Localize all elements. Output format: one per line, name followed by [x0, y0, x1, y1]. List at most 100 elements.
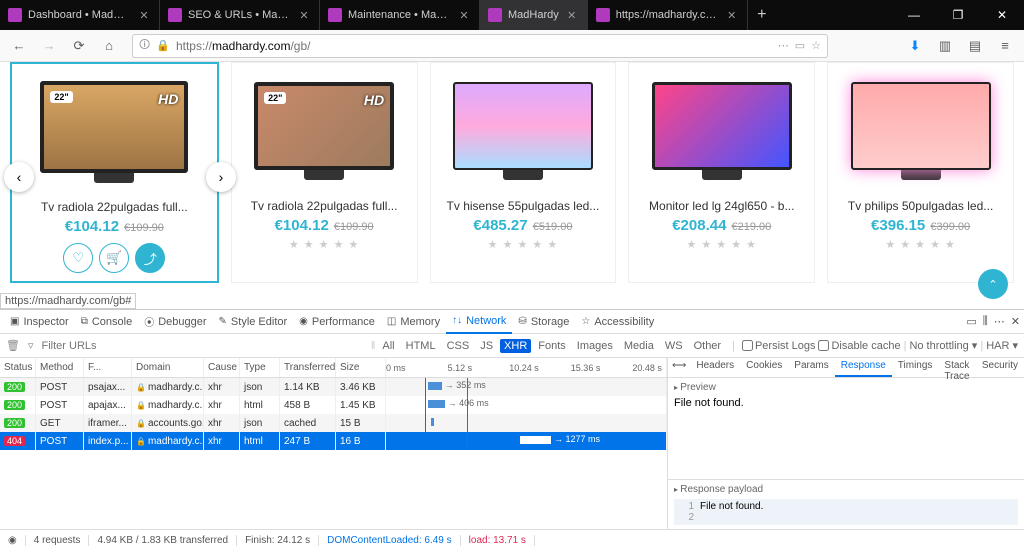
network-statusbar: ◉ 4 requests 4.94 KB / 1.83 KB transferr…	[0, 529, 1024, 551]
response-tab-timings[interactable]: Timings	[892, 358, 939, 377]
funnel-icon: ▿	[28, 339, 34, 352]
perf-icon[interactable]: ◉	[0, 535, 26, 546]
filter-type-html[interactable]: HTML	[402, 339, 440, 353]
devtools-dock-icon[interactable]: ⫼	[983, 315, 988, 328]
tab-close-icon[interactable]: ✕	[565, 9, 579, 22]
response-tab-params[interactable]: Params	[788, 358, 834, 377]
response-tab-stack-trace[interactable]: Stack Trace	[938, 358, 975, 377]
product-card[interactable]: Tv philips 50pulgadas led...€396.15 €399…	[827, 62, 1014, 283]
filter-input[interactable]	[42, 340, 162, 352]
devtools-tab-network[interactable]: ↑↓Network	[446, 310, 512, 334]
devtools-tab-performance[interactable]: ◉Performance	[293, 310, 381, 334]
window-minimize[interactable]: —	[892, 0, 936, 30]
nav-reload[interactable]: ⟳	[66, 33, 92, 59]
product-image: 22"HD	[240, 71, 409, 191]
tab-close-icon[interactable]: ✕	[297, 9, 311, 22]
response-tab-cookies[interactable]: Cookies	[740, 358, 788, 377]
devtools-tab-storage[interactable]: ⛁Storage	[512, 310, 575, 334]
har-menu[interactable]: HAR ▾	[986, 339, 1018, 352]
nav-back[interactable]: ←	[6, 33, 32, 59]
network-request-row[interactable]: 200POSTpsajax...🔒madhardy.c...xhrjson1.1…	[0, 378, 667, 396]
filter-type-ws[interactable]: WS	[661, 339, 687, 353]
browser-tab[interactable]: SEO & URLs • MadHardy ✕	[160, 0, 320, 30]
network-request-row[interactable]: 200GETiframer...🔒accounts.go...xhrjsonca…	[0, 414, 667, 432]
cart-icon[interactable]: 🛒	[99, 243, 129, 273]
downloads-icon[interactable]: ⬇	[902, 33, 928, 59]
url-toolbar: ← → ⟳ ⌂ 🛈 🔒 https://madhardy.com/gb/ ⋯ ▭…	[0, 30, 1024, 62]
network-columns-header: Status Method F... Domain Cause Type Tra…	[0, 358, 667, 378]
library-icon[interactable]: ▥	[932, 33, 958, 59]
menu-icon[interactable]: ≡	[992, 33, 1018, 59]
carousel-next[interactable]: ›	[206, 162, 236, 192]
devtools-tab-memory[interactable]: ◫Memory	[381, 310, 446, 334]
tab-close-icon[interactable]: ✕	[457, 9, 471, 22]
browser-tab[interactable]: Maintenance • MadHardy✕	[320, 0, 480, 30]
devtools-tab-debugger[interactable]: ⦿Debugger	[138, 310, 212, 334]
sidebar-icon[interactable]: ▤	[962, 33, 988, 59]
response-tab-response[interactable]: Response	[835, 358, 892, 377]
devtools-responsive-icon[interactable]: ▭	[966, 315, 976, 328]
carousel-prev[interactable]: ‹	[4, 162, 34, 192]
response-tab-headers[interactable]: Headers	[690, 358, 740, 377]
timeline-tick: 15.36 s	[571, 363, 601, 373]
page-actions-icon[interactable]: ⋯	[778, 39, 789, 52]
devtools-tab-accessibility[interactable]: ☆Accessibility	[575, 310, 660, 334]
devtools-tab-console[interactable]: ⧉Console	[75, 310, 139, 334]
browser-tab[interactable]: MadHardy✕	[480, 0, 588, 30]
new-tab-button[interactable]: +	[748, 6, 776, 24]
nav-home[interactable]: ⌂	[96, 33, 122, 59]
tab-close-icon[interactable]: ✕	[725, 9, 739, 22]
product-name: Tv radiola 22pulgadas full...	[20, 200, 209, 214]
window-close[interactable]: ✕	[980, 0, 1024, 30]
devtools-close-icon[interactable]: ✕	[1011, 315, 1020, 328]
url-text: https://madhardy.com/gb/	[176, 39, 311, 53]
nav-forward[interactable]: →	[36, 33, 62, 59]
address-bar[interactable]: 🛈 🔒 https://madhardy.com/gb/ ⋯ ▭ ☆	[132, 34, 828, 58]
filter-type-images[interactable]: Images	[573, 339, 617, 353]
filter-type-js[interactable]: JS	[476, 339, 497, 353]
tab-label: Dashboard • MadHardy	[28, 9, 131, 21]
window-restore[interactable]: ❐	[936, 0, 980, 30]
scroll-top-button[interactable]: ⌃	[978, 269, 1008, 299]
share-icon[interactable]: ⤴	[135, 243, 165, 273]
timeline-tick: 20.48 s	[632, 363, 662, 373]
wishlist-icon[interactable]: ♡	[63, 243, 93, 273]
tab-label: SEO & URLs • MadHardy	[188, 9, 291, 21]
filter-type-fonts[interactable]: Fonts	[534, 339, 570, 353]
rating-stars: ★ ★ ★ ★ ★	[637, 238, 806, 251]
tab-label: https://madhardy.com/themes/at..	[616, 9, 719, 21]
devtools-tab-inspector[interactable]: ▣Inspector	[4, 310, 75, 334]
browser-tab[interactable]: Dashboard • MadHardy ✕	[0, 0, 160, 30]
product-card[interactable]: Monitor led lg 24gl650 - b...€208.44 €21…	[628, 62, 815, 283]
product-card[interactable]: Tv hisense 55pulgadas led...€485.27 €519…	[430, 62, 617, 283]
product-name: Tv hisense 55pulgadas led...	[439, 199, 608, 213]
browser-tab[interactable]: https://madhardy.com/themes/at.. ✕	[588, 0, 748, 30]
preview-header[interactable]: Preview	[674, 382, 1018, 393]
rating-stars: ★ ★ ★ ★ ★	[240, 238, 409, 251]
throttling-select[interactable]: No throttling ▾	[909, 339, 977, 352]
trash-icon[interactable]: 🗑	[6, 339, 20, 352]
filter-type-other[interactable]: Other	[690, 339, 726, 353]
filter-type-media[interactable]: Media	[620, 339, 658, 353]
product-card[interactable]: 22"HDTv radiola 22pulgadas full...€104.1…	[10, 62, 219, 283]
network-filter-bar: 🗑 ▿ ‖AllHTMLCSSJSXHRFontsImagesMediaWSOt…	[0, 334, 1024, 358]
reader-icon[interactable]: ▭	[795, 39, 805, 52]
tab-close-icon[interactable]: ✕	[137, 9, 151, 22]
product-oldprice: €399.00	[930, 221, 970, 233]
detail-toggle-icon[interactable]: ⟷	[668, 358, 690, 377]
persist-logs-checkbox[interactable]: Persist Logs	[742, 340, 816, 352]
response-tab-security[interactable]: Security	[976, 358, 1024, 377]
network-request-row[interactable]: 200POSTapajax...🔒madhardy.c...xhrhtml458…	[0, 396, 667, 414]
response-payload-header[interactable]: Response payload	[674, 484, 1018, 495]
product-image: 22"HD	[20, 72, 209, 192]
filter-type-xhr[interactable]: XHR	[500, 339, 531, 353]
network-request-row[interactable]: 404POSTindex.p...🔒madhardy.c...xhrhtml24…	[0, 432, 667, 450]
bookmark-icon[interactable]: ☆	[811, 39, 821, 52]
tab-favicon	[596, 8, 610, 22]
devtools-tab-style-editor[interactable]: ✎Style Editor	[213, 310, 294, 334]
disable-cache-checkbox[interactable]: Disable cache	[818, 340, 900, 352]
filter-type-css[interactable]: CSS	[443, 339, 474, 353]
filter-type-all[interactable]: All	[378, 339, 398, 353]
product-card[interactable]: 22"HDTv radiola 22pulgadas full...€104.1…	[231, 62, 418, 283]
devtools-more-icon[interactable]: ⋯	[994, 315, 1005, 328]
